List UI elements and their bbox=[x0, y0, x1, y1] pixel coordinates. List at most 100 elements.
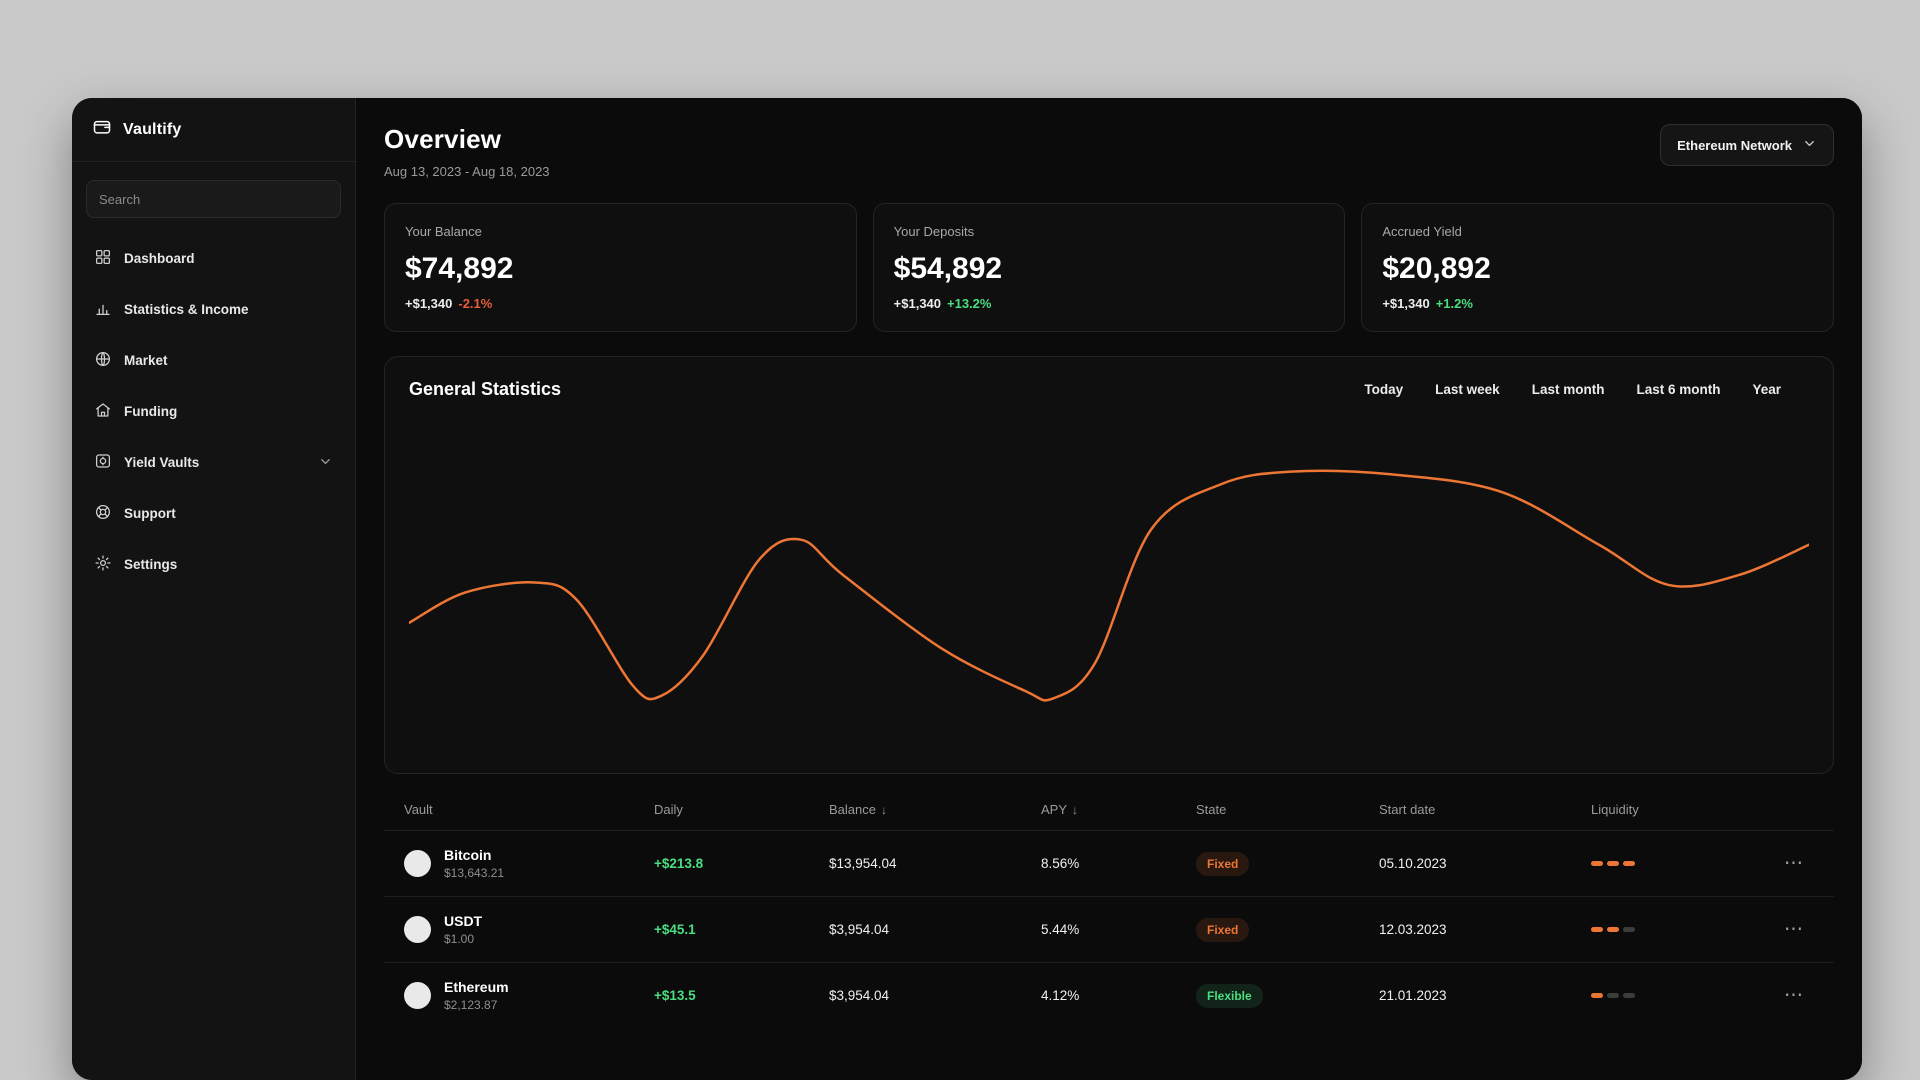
sidebar-item-label: Yield Vaults bbox=[124, 455, 200, 470]
vault-name: USDT bbox=[444, 913, 483, 929]
col-header-start-date: Start date bbox=[1379, 802, 1436, 817]
stat-value: $74,892 bbox=[405, 252, 514, 285]
sort-down-icon: ↓ bbox=[880, 803, 887, 817]
apy-value: 5.44% bbox=[1041, 922, 1080, 937]
apy-value: 4.12% bbox=[1041, 988, 1080, 1003]
chart-svg bbox=[409, 412, 1809, 804]
col-header-balance[interactable]: Balance ↓ bbox=[829, 802, 1041, 817]
stat-value: $54,892 bbox=[893, 252, 1003, 285]
state-badge: Flexible bbox=[1196, 983, 1263, 1008]
sidebar-nav: Dashboard Statistics & Income Market Fun… bbox=[72, 228, 355, 595]
balance-value: $3,954.04 bbox=[829, 922, 890, 937]
daily-value: +$13.5 bbox=[654, 988, 696, 1003]
filter-last-week[interactable]: Last week bbox=[1435, 382, 1500, 397]
daily-value: +$213.8 bbox=[654, 856, 704, 871]
apy-value: 8.56% bbox=[1041, 856, 1080, 871]
liquidity-indicator bbox=[1591, 927, 1784, 932]
row-menu-button[interactable]: ⋯ bbox=[1784, 986, 1803, 1005]
stat-change: -2.1% bbox=[458, 296, 493, 311]
stat-card-balance: Your Balance $74,892 +$1,340 -2.1% bbox=[384, 203, 857, 332]
stat-delta: +$1,340 +13.2% bbox=[893, 296, 992, 311]
sidebar-item-support[interactable]: Support bbox=[84, 491, 343, 536]
col-header-apy[interactable]: APY ↓ bbox=[1041, 802, 1196, 817]
search-input[interactable] bbox=[86, 180, 341, 218]
dashboard-grid-icon bbox=[94, 248, 112, 269]
table-row-ethereum[interactable]: Ethereum $2,123.87 +$13.5 $3,954.04 4.12… bbox=[384, 962, 1834, 1028]
col-header-daily: Daily bbox=[654, 802, 683, 817]
sidebar-item-market[interactable]: Market bbox=[84, 338, 343, 383]
stat-delta: +$1,340 +1.2% bbox=[1382, 296, 1473, 311]
sidebar-item-label: Support bbox=[124, 506, 176, 521]
wallet-logo-icon bbox=[92, 117, 112, 142]
date-range: Aug 13, 2023 - Aug 18, 2023 bbox=[384, 164, 550, 179]
search-container bbox=[72, 162, 355, 228]
vault-name: Bitcoin bbox=[444, 847, 492, 863]
filter-last-month[interactable]: Last month bbox=[1532, 382, 1605, 397]
stat-change: +13.2% bbox=[947, 296, 992, 311]
stat-label: Accrued Yield bbox=[1382, 224, 1462, 239]
table-row-usdt[interactable]: USDT $1.00 +$45.1 $3,954.04 5.44% Fixed … bbox=[384, 896, 1834, 962]
general-statistics-panel: General Statistics Today Last week Last … bbox=[384, 356, 1834, 774]
stat-value: $20,892 bbox=[1382, 252, 1491, 285]
sidebar: Vaultify Dashboard Statistics & Income M… bbox=[72, 98, 356, 1080]
stat-card-deposits: Your Deposits $54,892 +$1,340 +13.2% bbox=[872, 203, 1346, 332]
vault-icon bbox=[94, 452, 112, 473]
vault-price: $1.00 bbox=[444, 932, 475, 946]
chart-line-path bbox=[409, 471, 1809, 701]
sidebar-item-dashboard[interactable]: Dashboard bbox=[84, 236, 343, 281]
row-menu-button[interactable]: ⋯ bbox=[1784, 854, 1803, 873]
vault-price: $13,643.21 bbox=[444, 866, 505, 880]
balance-value: $13,954.04 bbox=[829, 856, 897, 871]
sidebar-item-label: Settings bbox=[124, 557, 178, 572]
globe-icon bbox=[94, 350, 112, 371]
coin-avatar bbox=[404, 850, 431, 877]
app-name: Vaultify bbox=[123, 120, 182, 138]
stat-delta: +$1,340 -2.1% bbox=[405, 296, 493, 311]
vault-cell: Ethereum $2,123.87 bbox=[384, 979, 654, 1012]
lifebuoy-icon bbox=[94, 503, 112, 524]
page-header: Overview Aug 13, 2023 - Aug 18, 2023 Eth… bbox=[384, 124, 1834, 179]
page-title: Overview bbox=[384, 124, 502, 154]
state-badge: Fixed bbox=[1196, 917, 1250, 942]
stat-change: +1.2% bbox=[1435, 296, 1473, 311]
coin-avatar bbox=[404, 982, 431, 1009]
stat-label: Your Balance bbox=[405, 224, 482, 239]
main-content: Overview Aug 13, 2023 - Aug 18, 2023 Eth… bbox=[356, 98, 1862, 1080]
balance-value: $3,954.04 bbox=[829, 988, 890, 1003]
gear-icon bbox=[94, 554, 112, 575]
vault-name: Ethereum bbox=[444, 979, 509, 995]
table-row-bitcoin[interactable]: Bitcoin $13,643.21 +$213.8 $13,954.04 8.… bbox=[384, 830, 1834, 896]
chevron-down-icon bbox=[1802, 136, 1817, 154]
sidebar-item-funding[interactable]: Funding bbox=[84, 389, 343, 434]
vault-cell: USDT $1.00 bbox=[384, 913, 654, 946]
chart-time-filters: Today Last week Last month Last 6 month … bbox=[1364, 382, 1809, 397]
col-header-vault: Vault bbox=[404, 802, 433, 817]
liquidity-indicator bbox=[1591, 861, 1784, 866]
sidebar-item-label: Market bbox=[124, 353, 168, 368]
stat-card-accrued-yield: Accrued Yield $20,892 +$1,340 +1.2% bbox=[1361, 203, 1834, 332]
col-header-liquidity: Liquidity bbox=[1591, 802, 1639, 817]
stat-cards: Your Balance $74,892 +$1,340 -2.1% Your D… bbox=[384, 203, 1834, 332]
app-logo: Vaultify bbox=[72, 98, 355, 162]
sidebar-item-statistics-income[interactable]: Statistics & Income bbox=[84, 287, 343, 332]
row-menu-button[interactable]: ⋯ bbox=[1784, 920, 1803, 939]
vault-cell: Bitcoin $13,643.21 bbox=[384, 847, 654, 880]
home-icon bbox=[94, 401, 112, 422]
daily-value: +$45.1 bbox=[654, 922, 696, 937]
chevron-down-icon[interactable] bbox=[318, 454, 333, 472]
start-date-value: 05.10.2023 bbox=[1379, 856, 1447, 871]
vault-price: $2,123.87 bbox=[444, 998, 498, 1012]
sidebar-item-label: Funding bbox=[124, 404, 178, 419]
stat-label: Your Deposits bbox=[893, 224, 975, 239]
sidebar-item-settings[interactable]: Settings bbox=[84, 542, 343, 587]
filter-today[interactable]: Today bbox=[1364, 382, 1403, 397]
sidebar-item-label: Dashboard bbox=[124, 251, 195, 266]
network-selector[interactable]: Ethereum Network bbox=[1660, 124, 1834, 166]
col-header-state: State bbox=[1196, 802, 1227, 817]
filter-year[interactable]: Year bbox=[1752, 382, 1781, 397]
start-date-value: 21.01.2023 bbox=[1379, 988, 1447, 1003]
state-badge: Fixed bbox=[1196, 851, 1250, 876]
filter-last-6-month[interactable]: Last 6 month bbox=[1636, 382, 1720, 397]
sort-down-icon: ↓ bbox=[1072, 803, 1079, 817]
sidebar-item-yield-vaults[interactable]: Yield Vaults bbox=[84, 440, 343, 485]
